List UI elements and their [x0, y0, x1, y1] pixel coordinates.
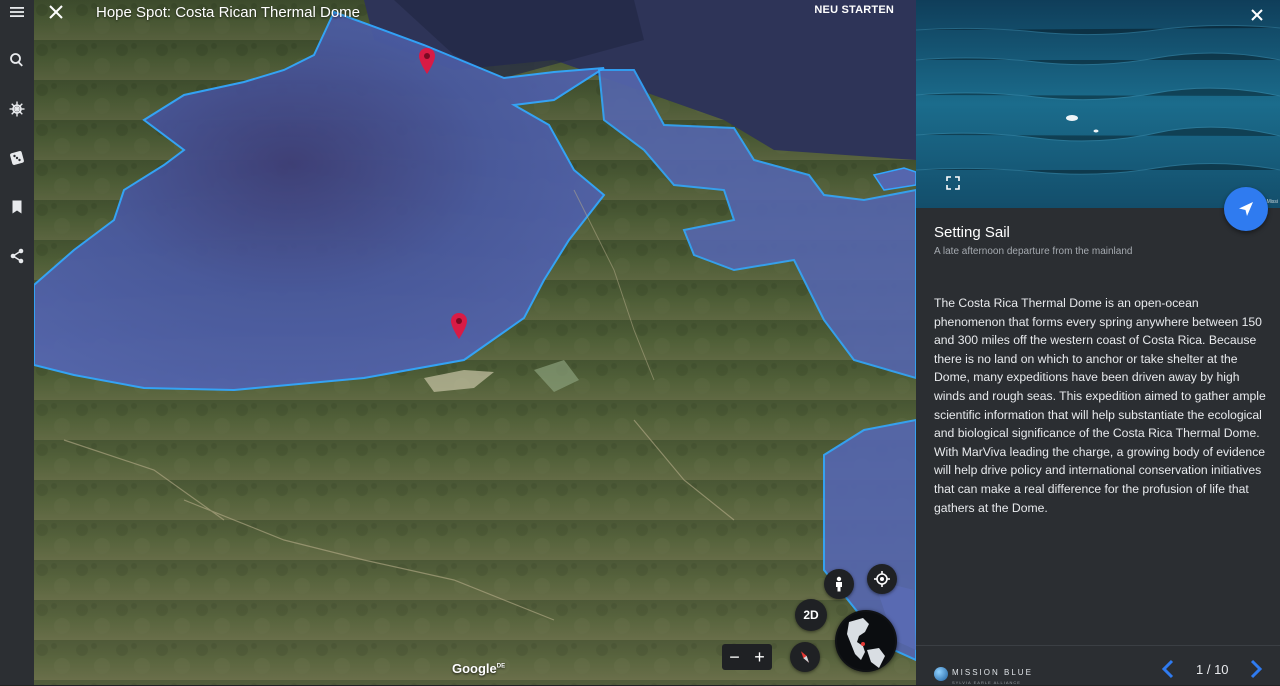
slide-subtitle: A late afternoon departure from the main… [934, 246, 1133, 257]
logo-subtext: SYLVIA EARLE ALLIANCE [952, 680, 1021, 685]
compass-button[interactable] [790, 642, 820, 672]
send-icon [1239, 202, 1253, 216]
map-pin-marker[interactable] [450, 313, 468, 339]
ship-wheel-icon [9, 101, 25, 117]
share-button[interactable] [0, 239, 34, 273]
globe-minimap[interactable] [835, 610, 897, 672]
slide-description: The Costa Rica Thermal Dome is an open-o… [934, 296, 1266, 515]
nav-rail [0, 0, 34, 685]
my-location-icon [874, 571, 890, 587]
slide-title: Setting Sail [934, 224, 1010, 241]
projects-button[interactable] [0, 190, 34, 224]
zoom-control: − + [722, 644, 772, 670]
share-icon [10, 248, 24, 264]
close-icon [1251, 9, 1263, 21]
dice-icon [10, 151, 24, 165]
chevron-right-icon [1250, 659, 1263, 679]
toggle-2d-button[interactable]: 2D [795, 599, 827, 631]
feeling-lucky-button[interactable] [0, 141, 34, 175]
voyager-button[interactable] [0, 92, 34, 126]
slide-counter: 1 / 10 [1196, 662, 1229, 677]
map-top-bar: Hope Spot: Costa Rican Thermal Dome NEU … [34, 0, 916, 26]
zoom-in-button[interactable]: + [754, 644, 765, 670]
zoom-out-button[interactable]: − [729, 644, 740, 670]
google-logo: Google [452, 661, 497, 676]
logo-globe-icon [934, 666, 948, 681]
next-slide-button[interactable] [1246, 658, 1266, 680]
menu-button[interactable] [0, 0, 34, 29]
pegman-icon [836, 576, 842, 592]
satellite-terrain [34, 0, 916, 685]
panel-footer: MISSION BLUE SYLVIA EARLE ALLIANCE 1 / 1… [916, 645, 1280, 686]
slide-photo: Missi [916, 0, 1280, 208]
map-pin-marker[interactable] [418, 48, 436, 74]
mission-blue-logo: MISSION BLUE SYLVIA EARLE ALLIANCE [934, 662, 1033, 685]
fullscreen-icon[interactable] [946, 176, 960, 190]
story-panel: Missi Setting Sail A late afternoon depa… [916, 0, 1280, 685]
close-icon [49, 5, 63, 19]
street-view-button[interactable] [824, 569, 854, 599]
chevron-left-icon [1161, 659, 1174, 679]
tour-title: Hope Spot: Costa Rican Thermal Dome [96, 4, 361, 21]
bookmark-icon [12, 200, 22, 214]
hamburger-menu-icon [10, 7, 24, 17]
google-attribution: GoogleDE [452, 661, 505, 676]
compass-needle-icon [800, 651, 810, 663]
ocean-photo [916, 0, 1280, 208]
search-icon [10, 53, 23, 67]
photo-credit: Missi [1266, 199, 1278, 205]
my-location-button[interactable] [867, 564, 897, 594]
attribution-region: DE [496, 663, 506, 670]
search-button[interactable] [0, 43, 34, 77]
restart-button[interactable]: NEU STARTEN [814, 4, 894, 16]
fly-to-button[interactable] [1224, 187, 1268, 231]
close-panel-button[interactable] [1248, 6, 1266, 24]
previous-slide-button[interactable] [1158, 658, 1178, 680]
logo-text: MISSION BLUE [952, 668, 1033, 677]
map-viewport[interactable]: Hope Spot: Costa Rican Thermal Dome NEU … [34, 0, 916, 685]
close-tour-button[interactable] [44, 0, 68, 24]
globe-icon [837, 612, 895, 670]
